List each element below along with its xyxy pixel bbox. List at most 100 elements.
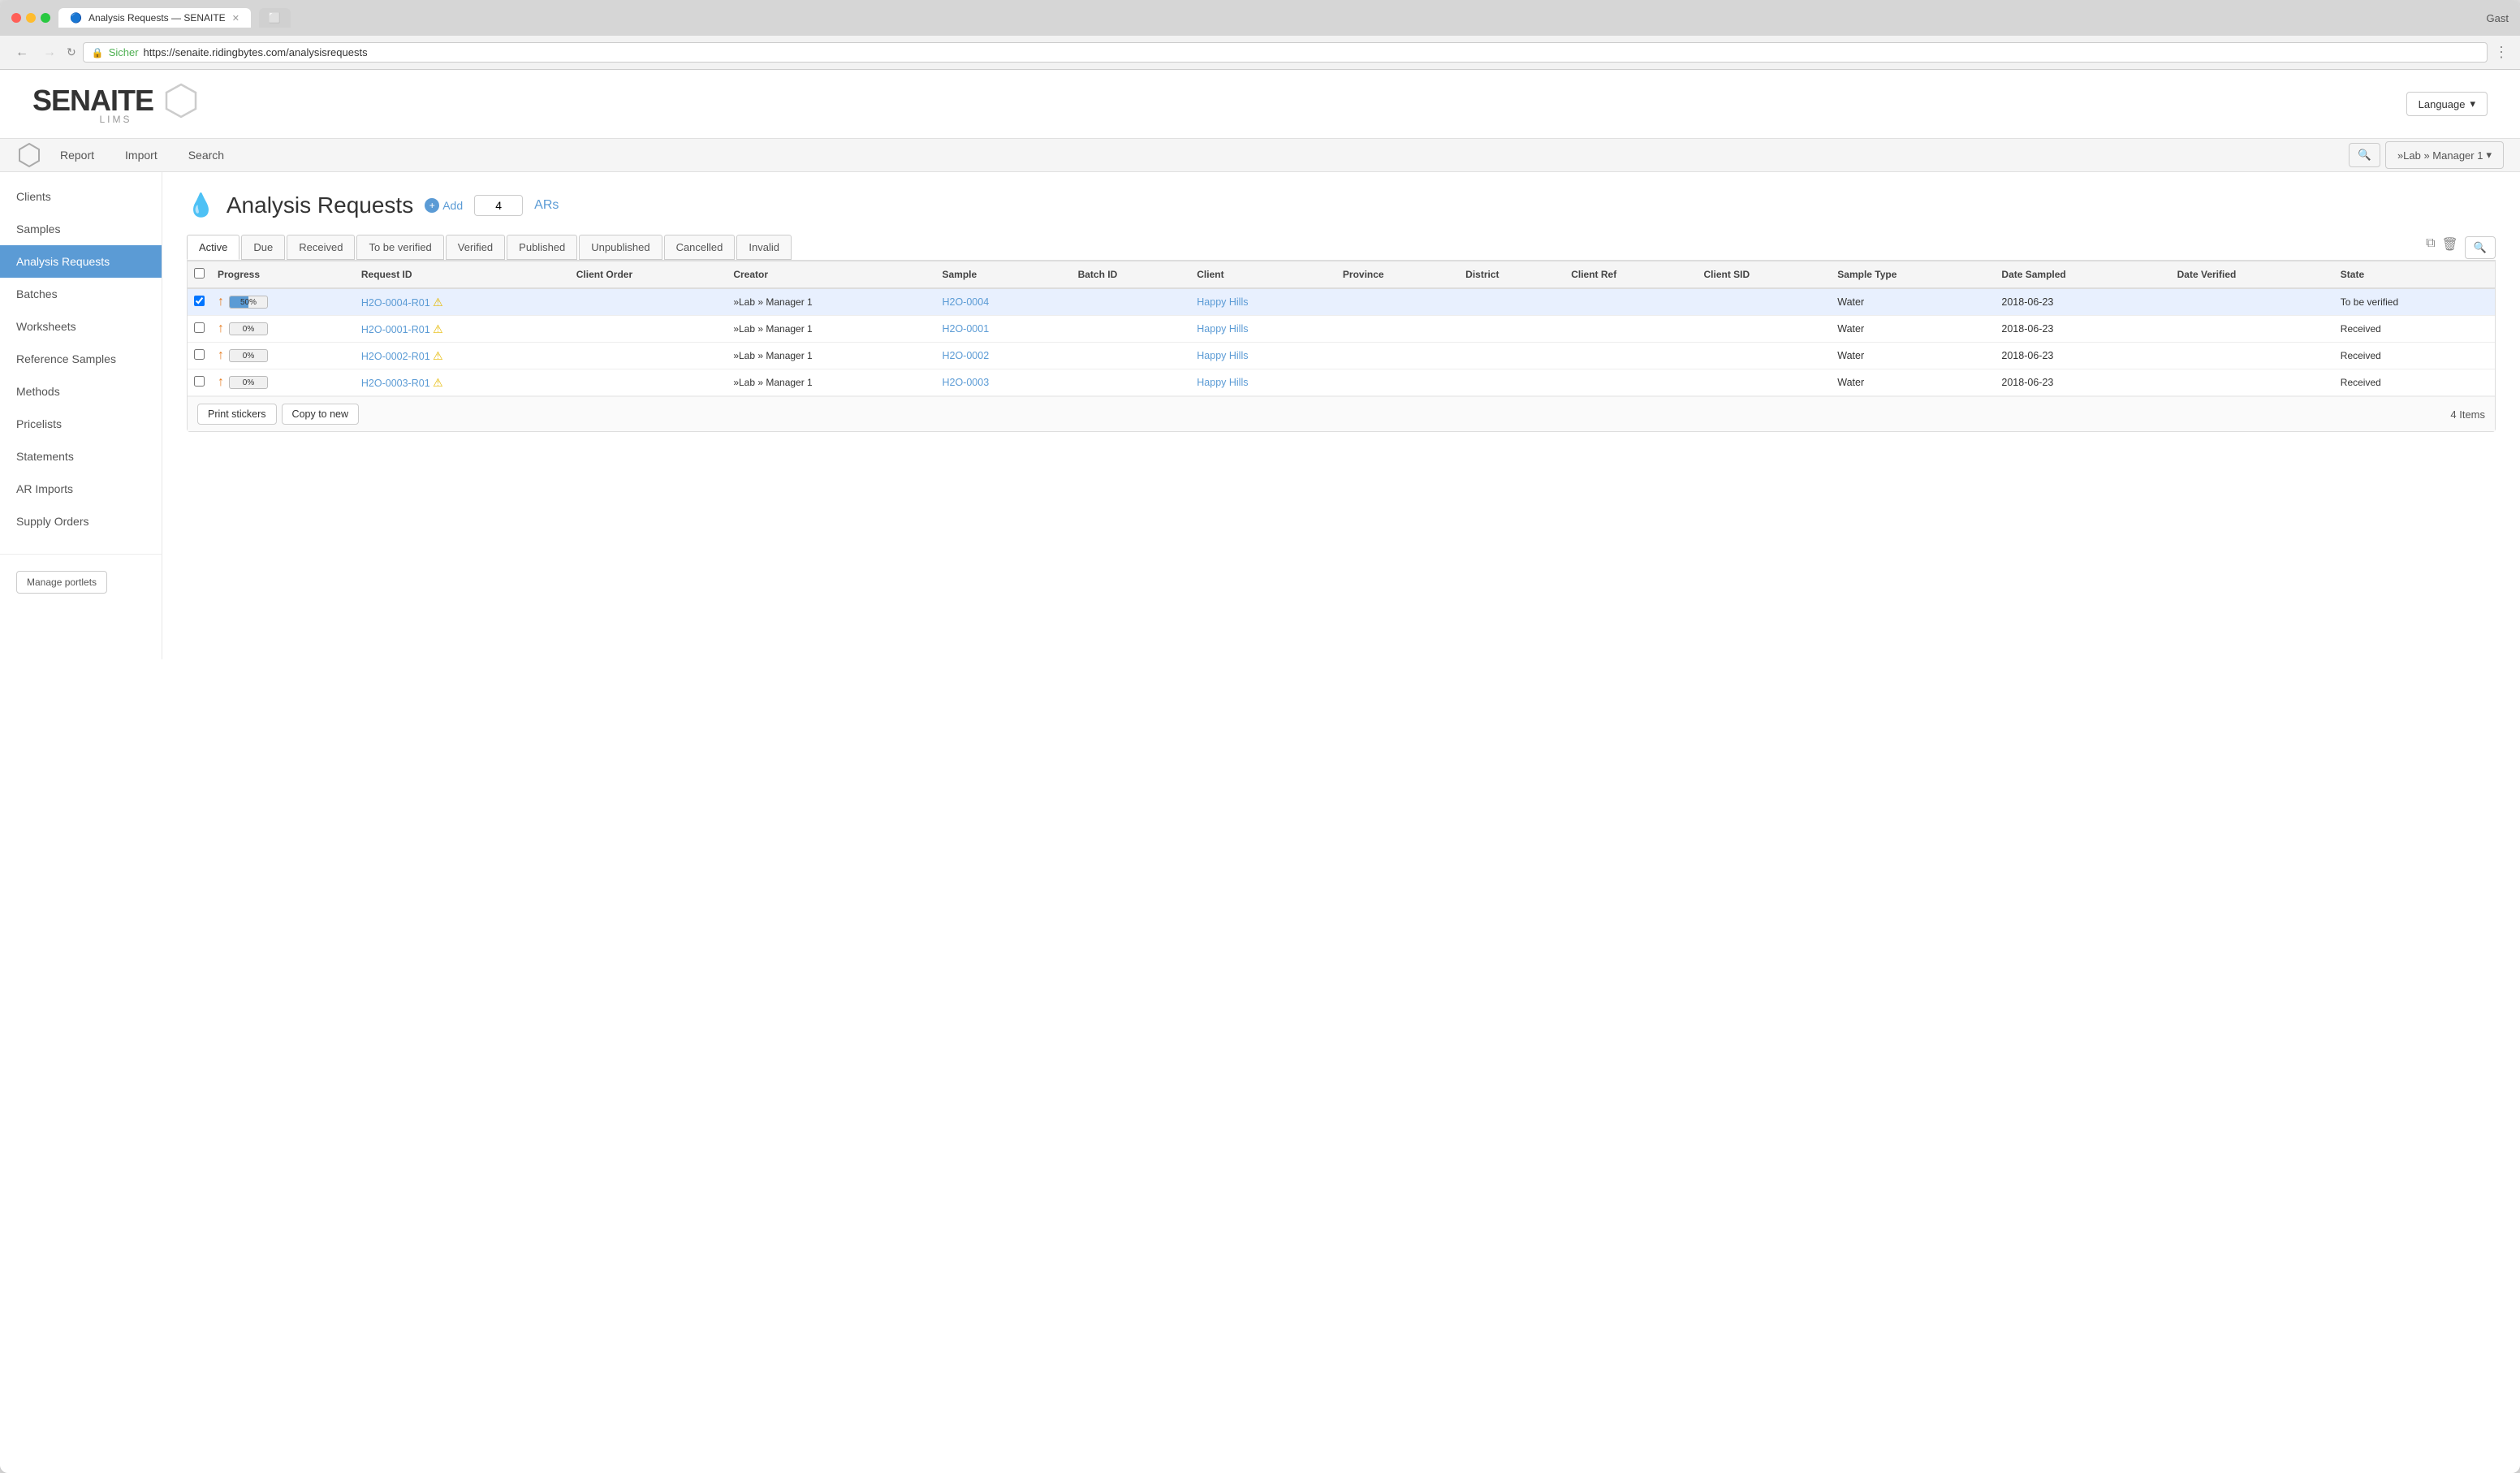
forward-button[interactable]: → (39, 44, 60, 62)
copy-to-new-button[interactable]: Copy to new (282, 404, 359, 425)
request-id-link[interactable]: H2O-0001-R01 (361, 324, 430, 335)
sample-link[interactable]: H2O-0001 (942, 323, 989, 335)
reload-button[interactable]: ↻ (67, 45, 76, 59)
active-tab[interactable]: 🔵 Analysis Requests — SENAITE ✕ (58, 8, 251, 28)
row-sample-cell: H2O-0002 (935, 343, 1071, 369)
header-district[interactable]: District (1459, 261, 1564, 288)
row-checkbox-cell (188, 316, 211, 343)
header-date-verified[interactable]: Date Verified (2171, 261, 2334, 288)
tab-cancelled[interactable]: Cancelled (664, 235, 736, 260)
minimize-dot[interactable] (26, 13, 36, 23)
sidebar-item-clients[interactable]: Clients (0, 180, 162, 213)
sidebar-item-batches[interactable]: Batches (0, 278, 162, 310)
header-batch-id[interactable]: Batch ID (1072, 261, 1191, 288)
tab-published[interactable]: Published (507, 235, 577, 260)
table-search[interactable]: 🔍 (2465, 236, 2496, 259)
tab-verified[interactable]: Verified (446, 235, 505, 260)
back-button[interactable]: ← (11, 44, 32, 62)
header-client-order[interactable]: Client Order (570, 261, 727, 288)
ars-link[interactable]: ARs (534, 198, 559, 213)
request-id-link[interactable]: H2O-0004-R01 (361, 297, 430, 309)
row-creator-cell: »Lab » Manager 1 (727, 343, 935, 369)
data-table: Progress Request ID Client Order Creator… (188, 261, 2495, 396)
tab-close-btn[interactable]: ✕ (232, 13, 239, 24)
sidebar-item-worksheets[interactable]: Worksheets (0, 310, 162, 343)
row-checkbox-cell (188, 343, 211, 369)
tab-to-be-verified[interactable]: To be verified (356, 235, 443, 260)
row-request-id-cell: H2O-0003-R01 ⚠ (355, 369, 570, 396)
search-icon: 🔍 (2474, 241, 2487, 254)
sample-link[interactable]: H2O-0004 (942, 296, 989, 308)
tab-invalid[interactable]: Invalid (736, 235, 792, 260)
address-url[interactable]: https://senaite.ridingbytes.com/analysis… (144, 46, 368, 58)
row-batch-id-cell (1072, 343, 1191, 369)
tab-active[interactable]: Active (187, 235, 239, 260)
maximize-dot[interactable] (41, 13, 50, 23)
add-label[interactable]: Add (442, 199, 463, 212)
count-input[interactable] (474, 195, 523, 216)
row-checkbox[interactable] (194, 349, 205, 360)
client-link[interactable]: Happy Hills (1197, 377, 1248, 388)
nav-import-link[interactable]: Import (112, 139, 170, 171)
sample-link[interactable]: H2O-0003 (942, 377, 989, 388)
header-request-id[interactable]: Request ID (355, 261, 570, 288)
header-province[interactable]: Province (1336, 261, 1459, 288)
sidebar-item-statements[interactable]: Statements (0, 440, 162, 473)
request-id-link[interactable]: H2O-0002-R01 (361, 351, 430, 362)
browser-menu-icon[interactable]: ⋮ (2494, 44, 2509, 61)
sample-link[interactable]: H2O-0002 (942, 350, 989, 361)
client-link[interactable]: Happy Hills (1197, 296, 1248, 308)
select-all-checkbox[interactable] (194, 268, 205, 279)
header-creator[interactable]: Creator (727, 261, 935, 288)
nav-report-link[interactable]: Report (47, 139, 107, 171)
manage-portlets-button[interactable]: Manage portlets (16, 571, 107, 594)
nav-search-link[interactable]: Search (175, 139, 237, 171)
header-state[interactable]: State (2334, 261, 2495, 288)
row-progress-cell: ↑ 0% (211, 343, 355, 369)
close-dot[interactable] (11, 13, 21, 23)
request-id-link[interactable]: H2O-0003-R01 (361, 378, 430, 389)
header-client[interactable]: Client (1190, 261, 1336, 288)
row-district-cell (1459, 369, 1564, 396)
sidebar-item-ar-imports[interactable]: AR Imports (0, 473, 162, 505)
address-field[interactable]: 🔒 Sicher https://senaite.ridingbytes.com… (83, 42, 2488, 63)
row-checkbox[interactable] (194, 296, 205, 306)
row-batch-id-cell (1072, 288, 1191, 316)
sidebar-item-samples[interactable]: Samples (0, 213, 162, 245)
priority-icon: ↑ (218, 348, 224, 363)
row-sample-type-cell: Water (1831, 316, 1995, 343)
row-checkbox[interactable] (194, 322, 205, 333)
sidebar-item-methods[interactable]: Methods (0, 375, 162, 408)
header-date-sampled[interactable]: Date Sampled (1995, 261, 2170, 288)
new-tab[interactable]: ⬜ (259, 8, 291, 28)
client-link[interactable]: Happy Hills (1197, 323, 1248, 335)
trash-icon[interactable]: 🗑 (2442, 236, 2458, 259)
row-checkbox[interactable] (194, 376, 205, 387)
row-client-cell: Happy Hills (1190, 316, 1336, 343)
row-district-cell (1459, 316, 1564, 343)
tab-due[interactable]: Due (241, 235, 285, 260)
client-link[interactable]: Happy Hills (1197, 350, 1248, 361)
sidebar-item-analysis-requests[interactable]: Analysis Requests (0, 245, 162, 278)
row-checkbox-cell (188, 288, 211, 316)
sidebar-item-reference-samples[interactable]: Reference Samples (0, 343, 162, 375)
tab-received[interactable]: Received (287, 235, 355, 260)
header-client-sid[interactable]: Client SID (1697, 261, 1831, 288)
search-button[interactable]: 🔍 (2349, 143, 2380, 167)
warning-icon: ⚠ (433, 296, 443, 309)
sidebar-item-supply-orders[interactable]: Supply Orders (0, 505, 162, 538)
language-button[interactable]: Language ▾ (2406, 92, 2488, 116)
header-sample[interactable]: Sample (935, 261, 1071, 288)
header-sample-type[interactable]: Sample Type (1831, 261, 1995, 288)
add-link[interactable]: + Add (425, 198, 463, 213)
row-progress-cell: ↑ 50% (211, 288, 355, 316)
page-title: Analysis Requests (227, 192, 413, 218)
sidebar-item-pricelists[interactable]: Pricelists (0, 408, 162, 440)
copy-icon[interactable]: ⧉ (2426, 236, 2435, 259)
row-sample-type-cell: Water (1831, 369, 1995, 396)
tab-unpublished[interactable]: Unpublished (579, 235, 662, 260)
nav-user-info[interactable]: »Lab » Manager 1 ▾ (2385, 141, 2504, 169)
language-dropdown-icon: ▾ (2470, 97, 2475, 110)
header-client-ref[interactable]: Client Ref (1564, 261, 1697, 288)
print-stickers-button[interactable]: Print stickers (197, 404, 277, 425)
